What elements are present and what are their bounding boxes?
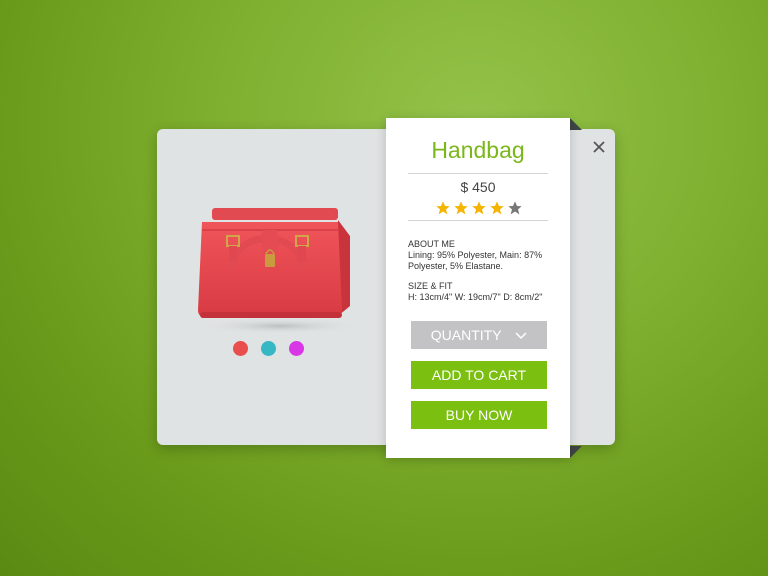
panel-fold-bottom xyxy=(570,446,582,458)
about-heading: ABOUT ME xyxy=(408,239,455,249)
quantity-label: QUANTITY xyxy=(430,327,502,343)
star-icon xyxy=(436,201,450,215)
color-options xyxy=(233,341,323,357)
color-swatch-red[interactable] xyxy=(233,341,248,356)
size-heading: SIZE & FIT xyxy=(408,281,453,291)
size-text: H: 13cm/4" W: 19cm/7" D: 8cm/2" xyxy=(408,292,543,302)
quantity-dropdown[interactable]: QUANTITY xyxy=(411,321,547,349)
color-swatch-teal[interactable] xyxy=(261,341,276,356)
close-icon xyxy=(593,141,605,153)
close-button[interactable] xyxy=(588,136,610,158)
product-details-panel: Handbag $ 450 ABOUT ME Lining: 95% Polye… xyxy=(386,118,570,458)
buy-now-button[interactable]: BUY NOW xyxy=(411,401,547,429)
product-price: $ 450 xyxy=(460,179,496,195)
product-image xyxy=(180,178,380,338)
star-icon xyxy=(472,201,486,215)
divider xyxy=(408,220,548,221)
color-swatch-magenta[interactable] xyxy=(289,341,304,356)
star-icon xyxy=(454,201,468,215)
chevron-down-icon xyxy=(515,332,527,340)
add-to-cart-button[interactable]: ADD TO CART xyxy=(411,361,547,389)
star-icon xyxy=(508,201,522,215)
divider xyxy=(408,173,548,174)
panel-fold-top xyxy=(570,118,582,130)
about-text: Lining: 95% Polyester, Main: 87% Polyest… xyxy=(408,250,543,271)
star-icon xyxy=(490,201,504,215)
product-title: Handbag xyxy=(431,137,525,163)
